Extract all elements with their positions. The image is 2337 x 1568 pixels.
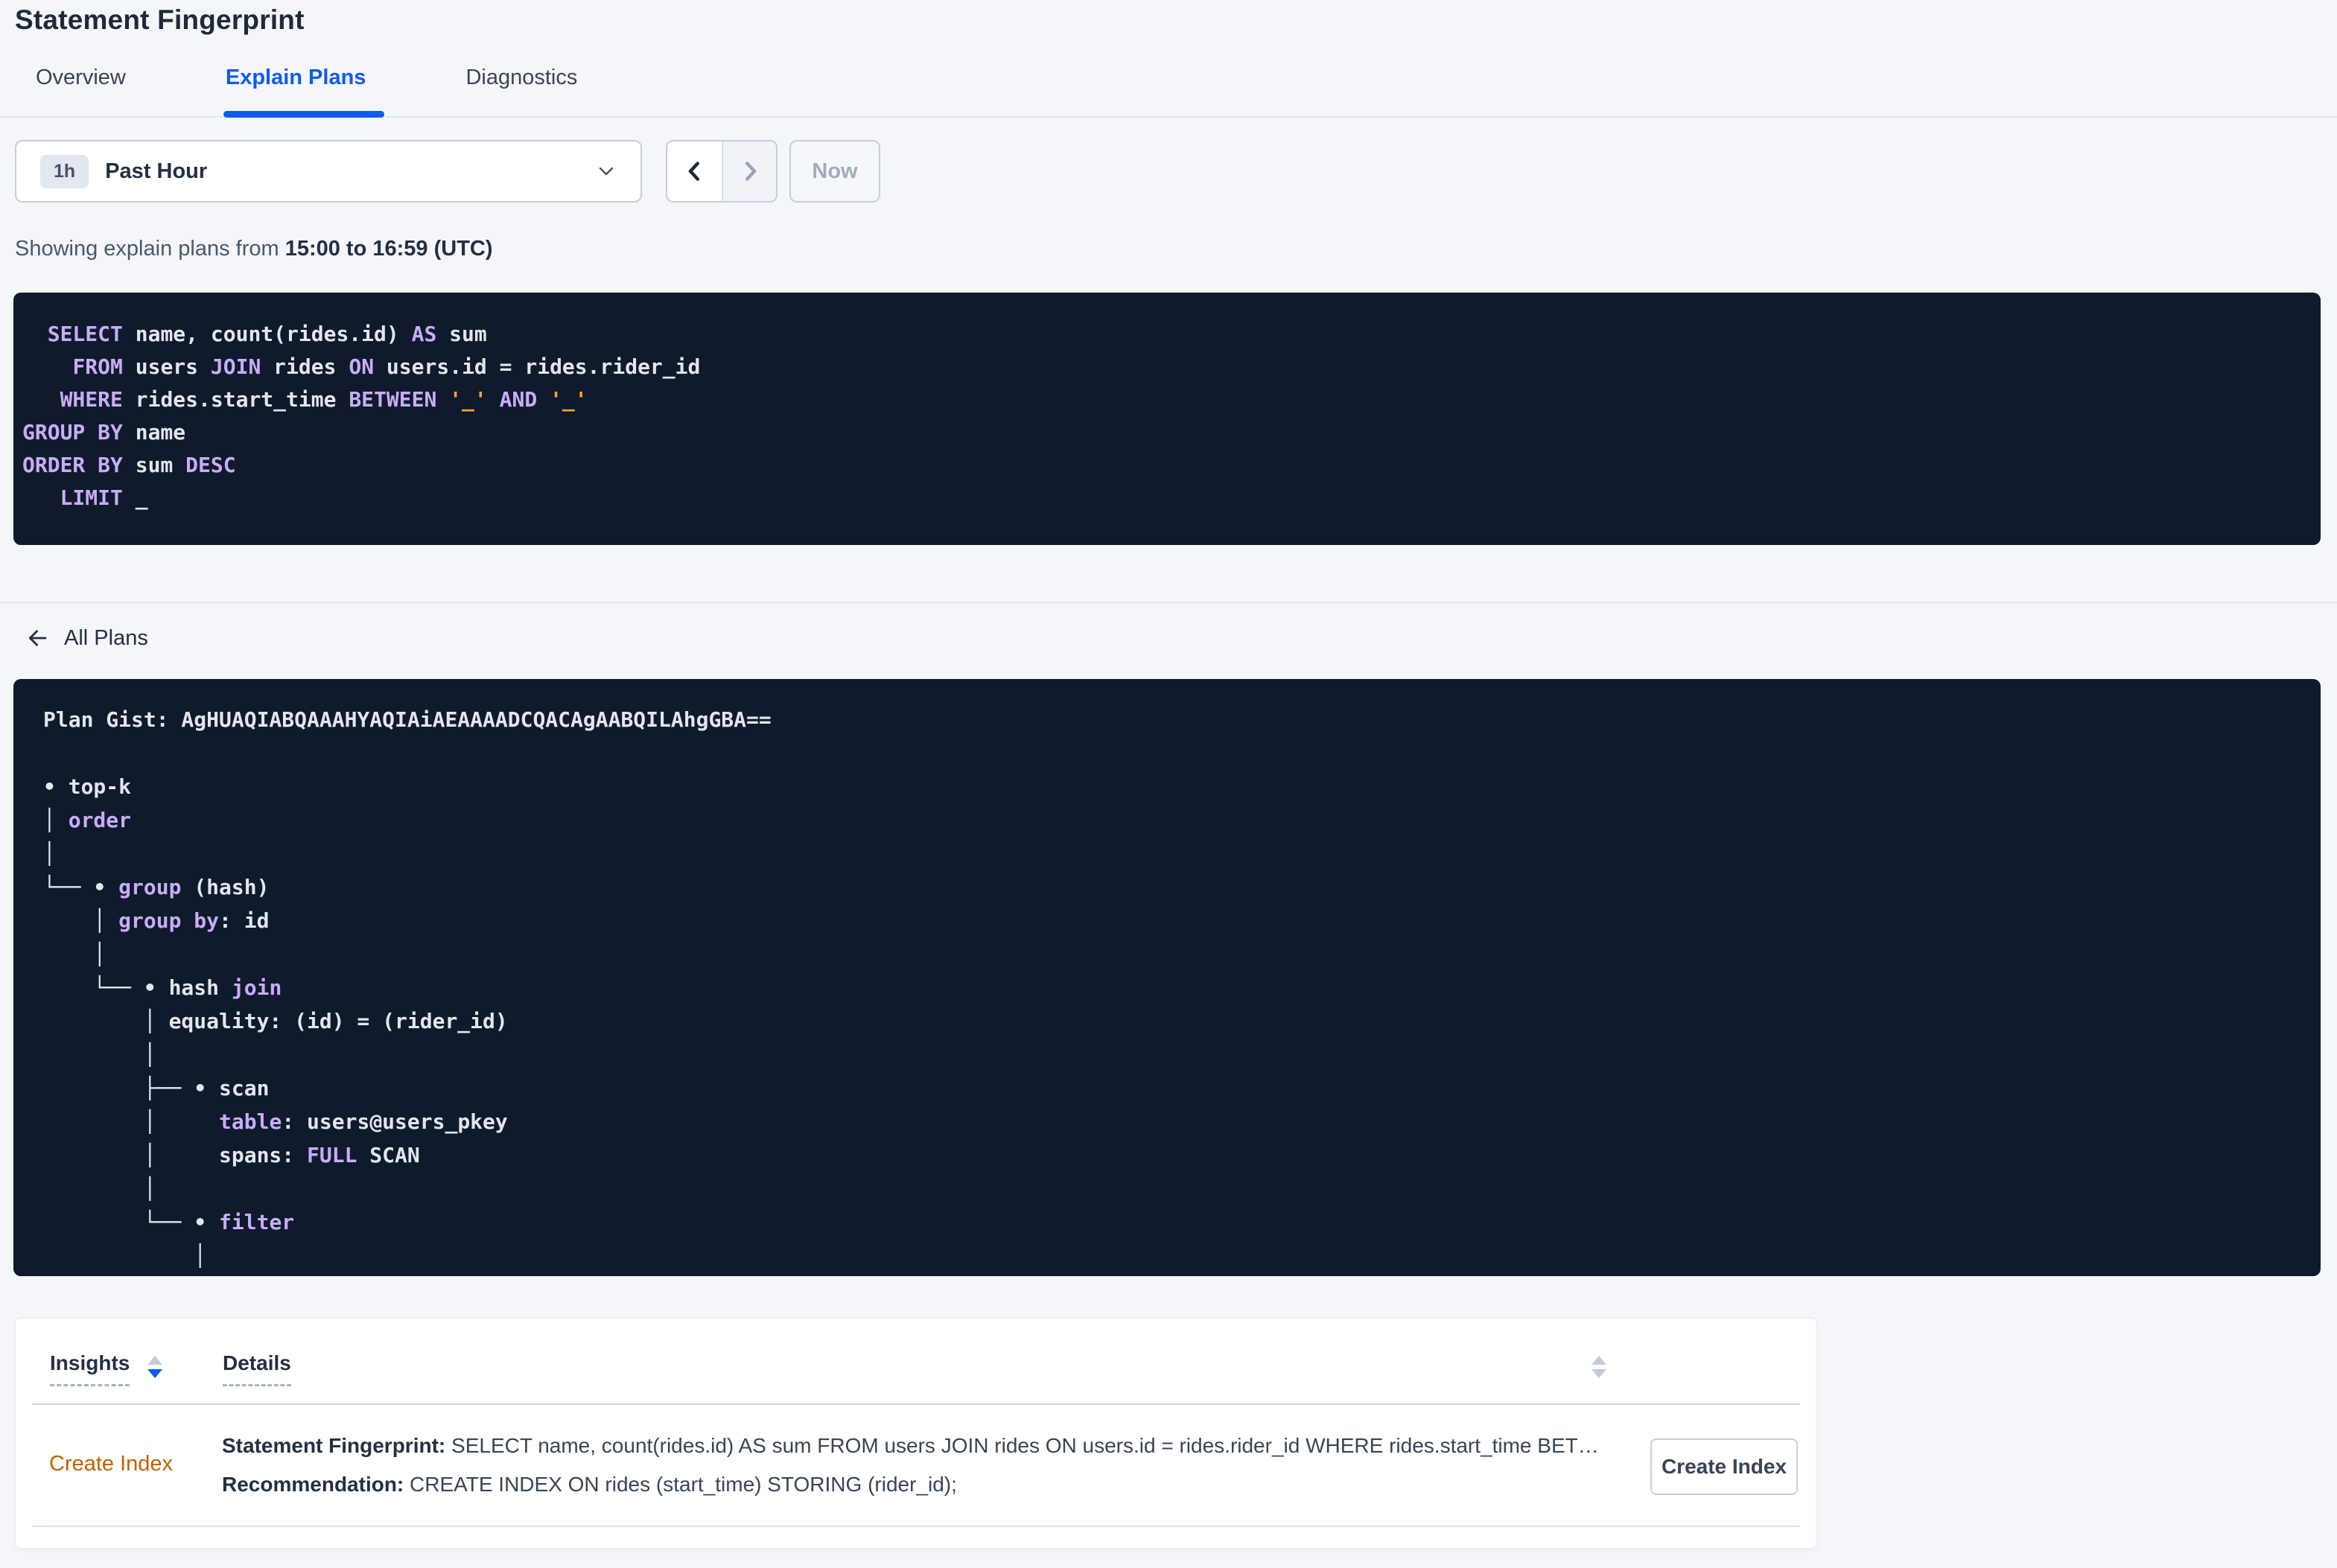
active-tab-underline	[223, 111, 384, 118]
code-line: │	[43, 1176, 156, 1201]
plan-gist-code-block: Plan Gist: AgHUAQIABQAAAHYAQIAiAEAAAADCQ…	[13, 679, 2321, 1276]
previous-interval-button[interactable]	[667, 141, 722, 201]
code-line: │	[43, 1042, 156, 1067]
recommendation-value: CREATE INDEX ON rides (start_time) STORI…	[404, 1473, 957, 1496]
code-line: │ table: users@users_pkey	[43, 1109, 508, 1134]
recommendation-label: Recommendation:	[222, 1473, 404, 1496]
statement-fingerprint-line: Statement Fingerprint: SELECT name, coun…	[222, 1427, 1616, 1465]
time-range-select[interactable]: 1h Past Hour	[15, 140, 642, 203]
all-plans-back-link[interactable]: All Plans	[25, 625, 148, 651]
code-line: ORDER BY sum DESC	[22, 453, 236, 477]
all-plans-label: All Plans	[64, 625, 148, 650]
recommendation-line: Recommendation: CREATE INDEX ON rides (s…	[222, 1465, 1616, 1504]
column-header-sort-secondary	[1592, 1351, 1606, 1378]
create-index-button[interactable]: Create Index	[1650, 1438, 1798, 1495]
now-button[interactable]: Now	[789, 140, 880, 203]
code-line: SELECT name, count(rides.id) AS sum	[47, 322, 487, 346]
sort-down-triangle	[147, 1369, 163, 1378]
sort-up-triangle	[147, 1356, 163, 1365]
table-row-rule	[32, 1526, 1800, 1527]
code-line: │	[43, 1243, 207, 1268]
create-index-link[interactable]: Create Index	[49, 1452, 173, 1476]
code-line: GROUP BY name	[22, 420, 186, 444]
table-header-rule	[32, 1403, 1800, 1405]
section-divider	[0, 602, 2337, 603]
tab-diagnostics[interactable]: Diagnostics	[465, 66, 577, 90]
code-line: WHERE rides.start_time BETWEEN '_' AND '…	[60, 387, 588, 412]
column-header-insights: Insights	[50, 1351, 163, 1386]
tab-overview[interactable]: Overview	[36, 66, 126, 90]
code-line: │	[43, 942, 106, 966]
code-line: ├── • scan	[43, 1076, 270, 1100]
tab-explain-plans[interactable]: Explain Plans	[226, 66, 366, 90]
column-header-details: Details	[223, 1351, 291, 1386]
code-line: └── • hash join	[43, 975, 282, 1000]
next-interval-button[interactable]	[722, 141, 776, 201]
code-line: │ spans: FULL SCAN	[43, 1143, 420, 1167]
code-line: FROM users JOIN rides ON users.id = ride…	[72, 354, 701, 379]
tab-bar: Overview Explain Plans Diagnostics	[36, 66, 577, 90]
sort-icon-insights[interactable]	[147, 1356, 163, 1378]
back-arrow-icon	[25, 625, 51, 651]
chevron-right-icon	[737, 158, 763, 185]
sort-up-triangle	[1592, 1356, 1606, 1365]
time-pager	[666, 140, 778, 203]
time-range-label: Past Hour	[105, 159, 208, 183]
showing-plans-status: Showing explain plans from 15:00 to 16:5…	[15, 237, 493, 261]
chevron-down-icon	[594, 159, 618, 183]
insight-details-cell: Statement Fingerprint: SELECT name, coun…	[222, 1427, 1616, 1504]
status-prefix: Showing explain plans from	[15, 237, 285, 261]
code-line: │ order	[43, 808, 132, 832]
code-line: │ group by: id	[43, 908, 270, 933]
code-line: └── • group (hash)	[43, 875, 270, 899]
fingerprint-value: SELECT name, count(rides.id) AS sum FROM…	[445, 1434, 1616, 1457]
chevron-left-icon	[681, 158, 708, 185]
details-column-label[interactable]: Details	[223, 1351, 291, 1386]
status-time-range: 15:00 to 16:59 (UTC)	[284, 237, 493, 261]
code-line: └── • filter	[43, 1210, 295, 1234]
code-line: │ equality: (id) = (rider_id)	[43, 1009, 508, 1033]
code-line: LIMIT _	[60, 485, 148, 510]
code-line: │	[43, 841, 56, 866]
sql-fingerprint-code-block: SELECT name, count(rides.id) AS sum FROM…	[13, 293, 2321, 545]
code-line: • top-k	[43, 774, 132, 799]
fingerprint-label: Statement Fingerprint:	[222, 1434, 446, 1457]
insights-column-label[interactable]: Insights	[50, 1351, 130, 1386]
sort-down-triangle	[1592, 1369, 1606, 1378]
sort-icon-secondary[interactable]	[1592, 1356, 1606, 1378]
page-title: Statement Fingerprint	[15, 4, 305, 35]
code-line: Plan Gist: AgHUAQIABQAAAHYAQIAiAEAAAADCQ…	[43, 707, 772, 732]
time-range-badge: 1h	[40, 154, 89, 188]
